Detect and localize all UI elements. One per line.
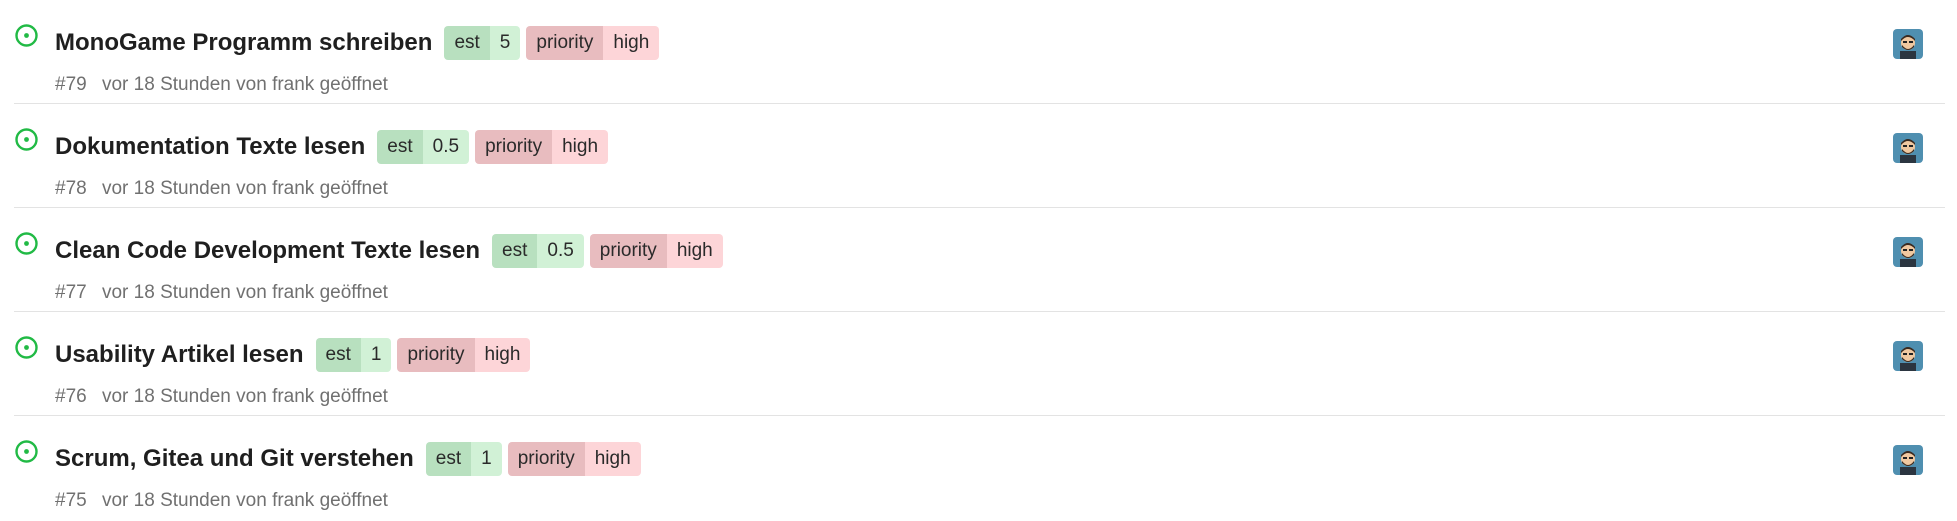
issue-open-icon xyxy=(15,128,38,151)
label-scope: est xyxy=(377,130,423,164)
issue-opened-text: vor 18 Stunden von xyxy=(101,282,267,303)
issue-author-link[interactable]: frank xyxy=(272,74,314,95)
label-scope: priority xyxy=(526,26,604,60)
label-scope: est xyxy=(444,26,490,60)
issue-list: MonoGame Programm schreiben est 5 priori… xyxy=(0,0,1957,521)
issue-row: Clean Code Development Texte lesen est 0… xyxy=(0,208,1957,312)
issue-row: Dokumentation Texte lesen est 0.5 priori… xyxy=(0,104,1957,208)
user-avatar[interactable] xyxy=(1893,237,1923,267)
issue-number[interactable]: #76 xyxy=(55,386,87,407)
issue-opened-suffix: geöffnet xyxy=(319,74,388,95)
issue-author-link[interactable]: frank xyxy=(272,490,314,511)
label-est[interactable]: est 5 xyxy=(444,26,521,60)
label-est[interactable]: est 0.5 xyxy=(492,234,584,268)
label-value: high xyxy=(552,130,609,164)
label-scope: priority xyxy=(507,442,585,476)
issue-opened-text: vor 18 Stunden von xyxy=(101,386,267,407)
issue-title-line: MonoGame Programm schreiben est 5 priori… xyxy=(55,26,665,60)
label-priority[interactable]: priority high xyxy=(507,442,641,476)
label-value: 5 xyxy=(489,26,521,60)
issue-title-link[interactable]: MonoGame Programm schreiben xyxy=(55,29,432,57)
issue-author-link[interactable]: frank xyxy=(272,282,314,303)
issue-title-line: Usability Artikel lesen est 1 priority h… xyxy=(55,338,536,372)
issue-author-link[interactable]: frank xyxy=(272,178,314,199)
label-priority[interactable]: priority high xyxy=(397,338,531,372)
issue-open-icon xyxy=(15,24,38,47)
issue-open-icon xyxy=(15,440,38,463)
label-priority[interactable]: priority high xyxy=(526,26,660,60)
label-value: high xyxy=(603,26,660,60)
issue-row: Scrum, Gitea und Git verstehen est 1 pri… xyxy=(0,416,1957,520)
issue-meta: #77 vor 18 Stunden von frank geöffnet xyxy=(55,282,388,304)
issue-opened-suffix: geöffnet xyxy=(319,282,388,303)
issue-meta: #79 vor 18 Stunden von frank geöffnet xyxy=(55,74,388,96)
label-scope: est xyxy=(492,234,538,268)
label-value: 0.5 xyxy=(537,234,584,268)
label-est[interactable]: est 0.5 xyxy=(377,130,470,164)
label-value: high xyxy=(584,442,641,476)
user-avatar[interactable] xyxy=(1893,341,1923,371)
issue-row: MonoGame Programm schreiben est 5 priori… xyxy=(0,0,1957,104)
issue-title-line: Scrum, Gitea und Git verstehen est 1 pri… xyxy=(55,442,647,476)
label-value: 0.5 xyxy=(422,130,470,164)
issue-title-link[interactable]: Scrum, Gitea und Git verstehen xyxy=(55,445,414,473)
issue-title-line: Clean Code Development Texte lesen est 0… xyxy=(55,234,729,268)
label-scope: priority xyxy=(475,130,553,164)
user-avatar[interactable] xyxy=(1893,445,1923,475)
issue-title-line: Dokumentation Texte lesen est 0.5 priori… xyxy=(55,130,614,164)
label-scope: priority xyxy=(589,234,667,268)
label-value: 1 xyxy=(471,442,502,476)
issue-number[interactable]: #78 xyxy=(55,178,87,199)
issue-meta: #75 vor 18 Stunden von frank geöffnet xyxy=(55,490,388,512)
issue-meta: #76 vor 18 Stunden von frank geöffnet xyxy=(55,386,388,408)
issue-number[interactable]: #79 xyxy=(55,74,87,95)
issue-open-icon xyxy=(15,336,38,359)
issue-title-link[interactable]: Clean Code Development Texte lesen xyxy=(55,237,480,265)
issue-meta: #78 vor 18 Stunden von frank geöffnet xyxy=(55,178,388,200)
issue-opened-suffix: geöffnet xyxy=(319,490,388,511)
issue-title-link[interactable]: Usability Artikel lesen xyxy=(55,341,304,369)
label-value: 1 xyxy=(360,338,392,372)
label-scope: est xyxy=(425,442,472,476)
label-est[interactable]: est 1 xyxy=(425,442,502,476)
user-avatar[interactable] xyxy=(1893,133,1923,163)
issue-opened-suffix: geöffnet xyxy=(319,178,388,199)
issue-number[interactable]: #75 xyxy=(55,490,87,511)
issue-opened-text: vor 18 Stunden von xyxy=(101,74,267,95)
label-scope: priority xyxy=(397,338,475,372)
issue-number[interactable]: #77 xyxy=(55,282,87,303)
issue-opened-text: vor 18 Stunden von xyxy=(101,178,267,199)
issue-opened-suffix: geöffnet xyxy=(319,386,388,407)
issue-row: Usability Artikel lesen est 1 priority h… xyxy=(0,312,1957,416)
issue-opened-text: vor 18 Stunden von xyxy=(101,490,267,511)
label-value: high xyxy=(666,234,723,268)
label-priority[interactable]: priority high xyxy=(589,234,723,268)
label-priority[interactable]: priority high xyxy=(475,130,609,164)
label-scope: est xyxy=(315,338,361,372)
issue-author-link[interactable]: frank xyxy=(272,386,314,407)
user-avatar[interactable] xyxy=(1893,29,1923,59)
issue-title-link[interactable]: Dokumentation Texte lesen xyxy=(55,133,365,161)
label-est[interactable]: est 1 xyxy=(315,338,392,372)
label-value: high xyxy=(474,338,531,372)
issue-open-icon xyxy=(15,232,38,255)
